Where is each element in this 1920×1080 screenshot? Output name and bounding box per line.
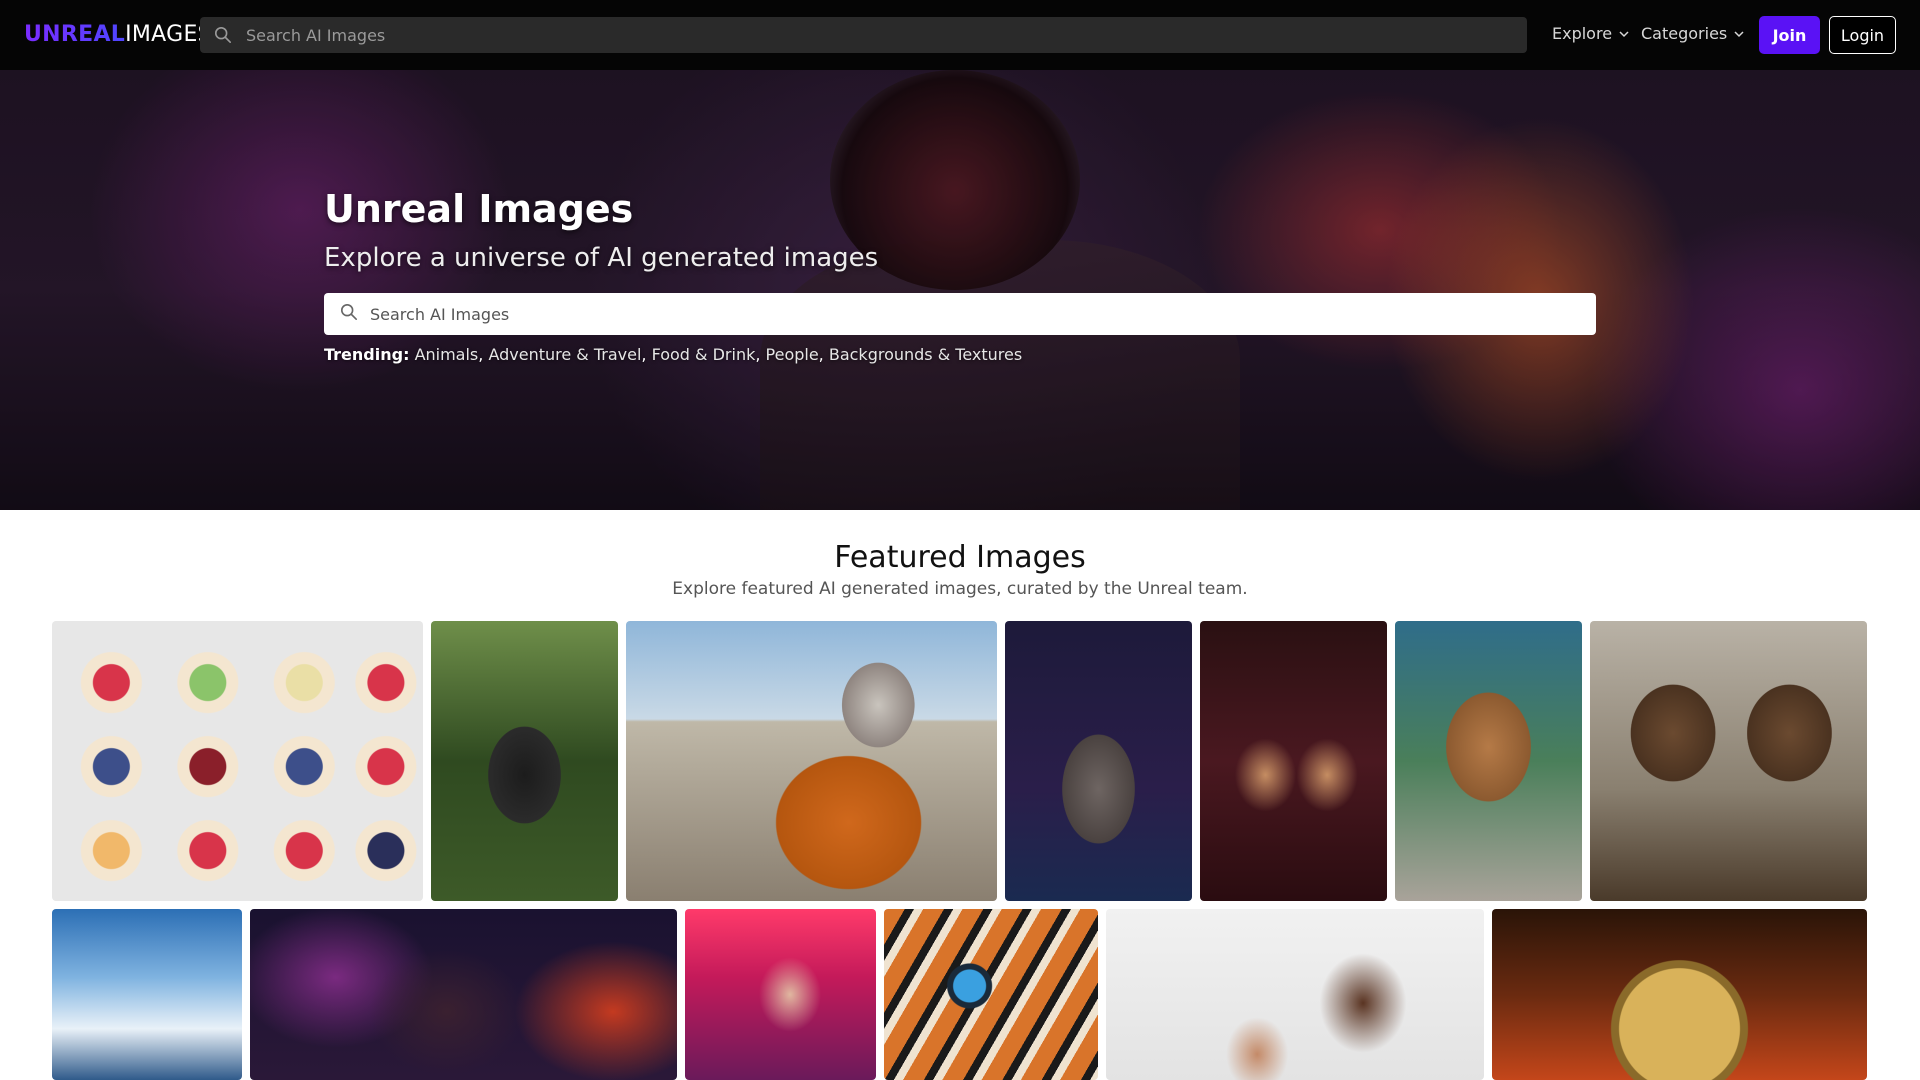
chevron-down-icon	[1619, 30, 1629, 37]
hero-banner: Unreal Images Explore a universe of AI g…	[0, 70, 1920, 510]
trending-link-adventure-travel[interactable]: Adventure & Travel	[488, 345, 641, 364]
trending-link-people[interactable]: People	[766, 345, 819, 364]
featured-image-party-cat[interactable]	[1005, 621, 1192, 901]
featured-image-old-man-sunglasses[interactable]	[626, 621, 997, 901]
categories-menu[interactable]: Categories	[1641, 24, 1745, 43]
featured-image-tiger-eye[interactable]	[884, 909, 1098, 1080]
explore-label: Explore	[1552, 24, 1613, 43]
trending-link-backgrounds-textures[interactable]: Backgrounds & Textures	[829, 345, 1022, 364]
trending-link-food-drink[interactable]: Food & Drink	[652, 345, 756, 364]
logo-text-images: IMAGES	[125, 22, 212, 47]
login-button[interactable]: Login	[1829, 16, 1896, 54]
hero-search-box	[324, 293, 1596, 335]
hero-search-input[interactable]	[370, 293, 1580, 335]
nav-search-box	[200, 17, 1527, 53]
featured-title: Featured Images	[834, 540, 1086, 575]
site-logo[interactable]: UNREALIMAGES	[24, 22, 212, 47]
hero-subtitle: Explore a universe of AI generated image…	[324, 243, 879, 273]
featured-image-dog[interactable]	[1395, 621, 1582, 901]
featured-image-bears-coffee[interactable]	[1590, 621, 1867, 901]
featured-image-bitcoin[interactable]	[1492, 909, 1867, 1080]
featured-image-father-baby[interactable]	[1106, 909, 1484, 1080]
featured-image-tartlets[interactable]	[52, 621, 423, 901]
search-icon	[340, 303, 358, 321]
featured-image-astronaut-space[interactable]	[250, 909, 677, 1080]
trending-label: Trending:	[324, 345, 410, 364]
featured-subtitle: Explore featured AI generated images, cu…	[672, 579, 1248, 599]
logo-text-unreal: UNREAL	[24, 22, 126, 47]
top-navigation-bar: UNREALIMAGES Explore Categories Join Log…	[0, 0, 1920, 70]
explore-menu[interactable]: Explore	[1552, 24, 1630, 43]
trending-link-animals[interactable]: Animals	[415, 345, 479, 364]
chevron-down-icon	[1734, 30, 1744, 37]
search-icon	[214, 26, 232, 44]
trending-list: Trending: Animals, Adventure & Travel, F…	[324, 345, 1023, 364]
hero-overlay	[0, 70, 1920, 510]
featured-image-gorilla[interactable]	[431, 621, 618, 901]
featured-image-beach-sky[interactable]	[52, 909, 242, 1080]
featured-image-woman-neon[interactable]	[685, 909, 876, 1080]
featured-image-pugs[interactable]	[1200, 621, 1387, 901]
hero-title: Unreal Images	[324, 187, 634, 231]
categories-label: Categories	[1641, 24, 1728, 43]
nav-search-input[interactable]	[246, 17, 1506, 53]
join-button[interactable]: Join	[1759, 16, 1820, 54]
